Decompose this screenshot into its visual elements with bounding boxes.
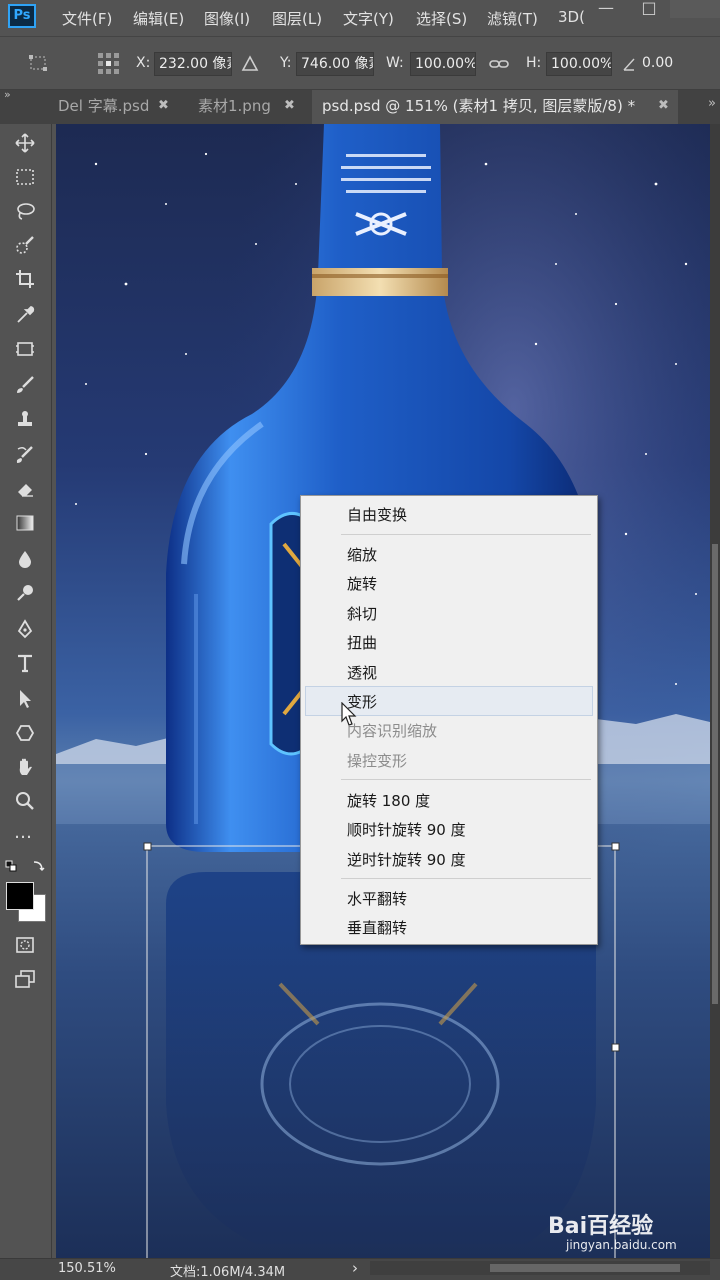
menu-separator (341, 779, 591, 780)
menu-item-content-aware-scale[interactable]: 内容识别缩放 (347, 720, 437, 741)
lasso-tool-icon[interactable] (10, 196, 40, 226)
h-label: H: (526, 55, 542, 71)
menu-item-rotate[interactable]: 旋转 (347, 573, 377, 594)
tab-label: Del 字幕.psd (58, 97, 150, 115)
baidu-watermark: Bai百经验 (548, 1214, 654, 1239)
collapse-panels-icon[interactable]: » (4, 88, 11, 101)
tab-material1[interactable]: 素材1.png ✖ (192, 90, 302, 124)
vertical-scrollbar[interactable] (710, 124, 720, 1258)
w-label: W: (386, 55, 404, 71)
tab-label: psd.psd @ 151% (素材1 拷贝, 图层蒙版/8) * (322, 97, 636, 115)
photoshop-logo: Ps (8, 4, 36, 28)
menu-item-distort[interactable]: 扭曲 (347, 632, 377, 653)
y-position-field[interactable]: 746.00 像素 (296, 52, 374, 76)
tab-label: 素材1.png (198, 97, 271, 115)
document-size: 文档:1.06M/4.34M (170, 1265, 286, 1280)
transform-tool-preset-icon[interactable] (26, 52, 52, 76)
menu-separator (341, 534, 591, 535)
quick-selection-tool-icon[interactable] (10, 230, 40, 260)
foreground-color-swatch[interactable] (6, 882, 34, 910)
menu-type[interactable]: 文字(Y) (343, 8, 394, 29)
menu-item-flip-horizontal[interactable]: 水平翻转 (347, 888, 407, 909)
height-field[interactable]: 100.00% (546, 52, 612, 76)
status-menu-arrow-icon[interactable]: › (352, 1259, 358, 1277)
tab-close-icon[interactable]: ✖ (284, 90, 295, 122)
dodge-tool-icon[interactable] (10, 578, 40, 608)
menu-file[interactable]: 文件(F) (62, 8, 112, 29)
y-label: Y: (280, 55, 292, 71)
shape-tool-icon[interactable] (10, 718, 40, 748)
frame-tool-icon[interactable] (10, 334, 40, 364)
menu-item-rotate-90-cw[interactable]: 顺时针旋转 90 度 (347, 819, 466, 840)
maximize-button[interactable]: □ (628, 0, 670, 18)
reference-point-icon[interactable] (94, 50, 124, 78)
move-tool-icon[interactable] (10, 128, 40, 158)
menu-item-free-transform[interactable]: 自由变换 (347, 504, 407, 525)
menu-item-rotate-180[interactable]: 旋转 180 度 (347, 790, 430, 811)
angle-icon (622, 56, 636, 72)
brush-tool-icon[interactable] (10, 370, 40, 400)
close-window-button[interactable] (670, 0, 720, 18)
tabs-overflow-icon[interactable]: » (708, 96, 716, 111)
width-field[interactable]: 100.00% (410, 52, 476, 76)
menu-item-puppet-warp[interactable]: 操控变形 (347, 750, 407, 771)
scrollbar-thumb[interactable] (490, 1264, 680, 1272)
path-selection-tool-icon[interactable] (10, 684, 40, 714)
marquee-tool-icon[interactable] (10, 162, 40, 192)
blur-tool-icon[interactable] (10, 544, 40, 574)
menu-item-flip-vertical[interactable]: 垂直翻转 (347, 917, 407, 938)
mouse-cursor-icon (340, 701, 358, 728)
minimize-button[interactable]: — (585, 0, 627, 18)
eyedropper-tool-icon[interactable] (10, 300, 40, 330)
relative-position-icon[interactable] (240, 54, 260, 74)
tab-psd-active[interactable]: psd.psd @ 151% (素材1 拷贝, 图层蒙版/8) * ✖ (312, 90, 678, 124)
screen-mode-icon[interactable] (10, 964, 40, 994)
tab-close-icon[interactable]: ✖ (158, 90, 169, 122)
menu-layer[interactable]: 图层(L) (272, 8, 322, 29)
x-label: X: (136, 55, 151, 71)
menu-item-scale[interactable]: 缩放 (347, 544, 377, 565)
clone-stamp-tool-icon[interactable] (10, 404, 40, 434)
tab-del-subtitle[interactable]: Del 字幕.psd ✖ (52, 90, 182, 124)
default-swap-colors-icon[interactable] (4, 858, 46, 872)
menu-item-skew[interactable]: 斜切 (347, 603, 377, 624)
zoom-tool-icon[interactable] (10, 786, 40, 816)
menu-item-perspective[interactable]: 透视 (347, 662, 377, 683)
tab-close-icon[interactable]: ✖ (658, 90, 669, 122)
menu-edit[interactable]: 编辑(E) (133, 8, 184, 29)
scrollbar-thumb[interactable] (712, 544, 718, 1004)
type-tool-icon[interactable] (10, 648, 40, 678)
crop-tool-icon[interactable] (10, 264, 40, 294)
zoom-level[interactable]: 150.51% (58, 1261, 116, 1276)
menu-select[interactable]: 选择(S) (416, 8, 467, 29)
eraser-tool-icon[interactable] (10, 474, 40, 504)
horizontal-scrollbar[interactable] (370, 1261, 710, 1275)
link-icon[interactable] (488, 54, 510, 74)
x-position-field[interactable]: 232.00 像素 (154, 52, 232, 76)
gradient-tool-icon[interactable] (10, 508, 40, 538)
menu-separator (341, 878, 591, 879)
quick-mask-icon[interactable] (10, 930, 40, 960)
pen-tool-icon[interactable] (10, 614, 40, 644)
menu-3d[interactable]: 3D( (558, 8, 585, 26)
angle-field[interactable]: 0.00 (638, 52, 710, 76)
baidu-watermark-url: jingyan.baidu.com (566, 1238, 677, 1252)
history-brush-tool-icon[interactable] (10, 440, 40, 470)
menu-image[interactable]: 图像(I) (204, 8, 250, 29)
menu-filter[interactable]: 滤镜(T) (487, 8, 538, 29)
menu-item-rotate-90-ccw[interactable]: 逆时针旋转 90 度 (347, 849, 466, 870)
more-tools-icon[interactable]: … (14, 822, 33, 843)
hand-tool-icon[interactable] (10, 752, 40, 782)
